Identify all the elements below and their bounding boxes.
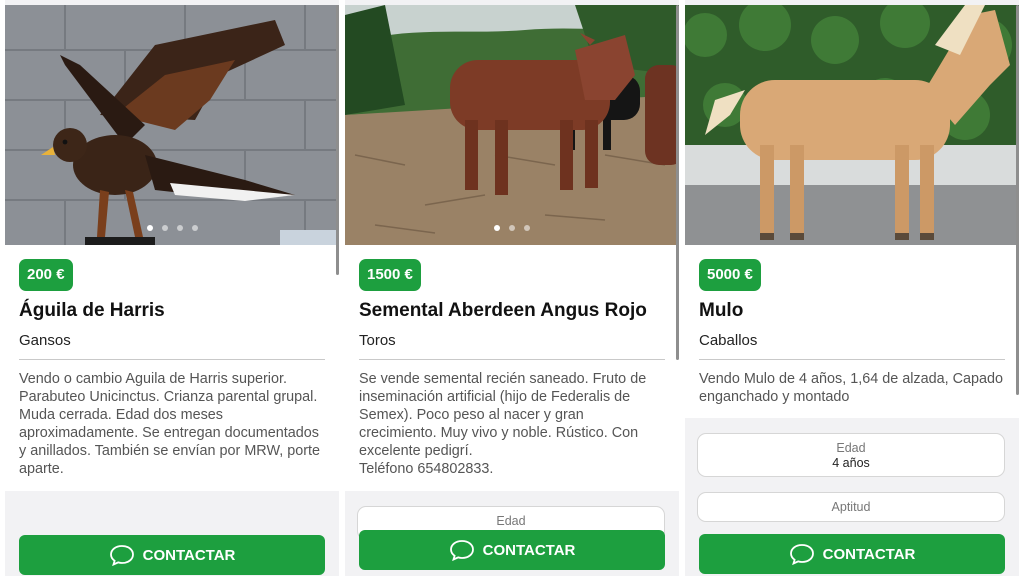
listing-category[interactable]: Caballos xyxy=(699,331,1005,360)
carousel-dot[interactable] xyxy=(509,225,515,231)
bull-photo-illustration xyxy=(345,5,679,245)
attribute-field-aptitud[interactable]: Aptitud xyxy=(697,492,1005,522)
hawk-photo-illustration xyxy=(5,5,339,245)
listing-category[interactable]: Toros xyxy=(359,331,665,360)
contact-button-label: CONTACTAR xyxy=(822,545,916,563)
contact-button[interactable]: CONTACTAR xyxy=(699,534,1005,574)
listing-panel-mulo: 5000 € Mulo Caballos Vendo Mulo de 4 año… xyxy=(685,0,1019,576)
listing-panel-semental: 1500 € Semental Aberdeen Angus Rojo Toro… xyxy=(345,0,679,576)
field-label: Aptitud xyxy=(831,500,871,514)
listing-card: 5000 € Mulo Caballos Vendo Mulo de 4 año… xyxy=(685,245,1019,418)
price-badge: 200 € xyxy=(19,259,73,291)
listing-card: 1500 € Semental Aberdeen Angus Rojo Toro… xyxy=(345,245,679,491)
carousel-dot[interactable] xyxy=(161,225,168,231)
price-badge: 1500 € xyxy=(359,259,421,291)
chat-bubble-icon xyxy=(449,540,474,561)
field-label: Edad xyxy=(836,441,866,455)
contact-button[interactable]: CONTACTAR xyxy=(359,530,665,570)
chat-bubble-icon xyxy=(789,544,814,565)
contact-button[interactable]: CONTACTAR xyxy=(19,535,325,575)
chat-bubble-icon xyxy=(109,545,134,566)
contact-button-label: CONTACTAR xyxy=(142,546,236,564)
listing-photo-mule[interactable] xyxy=(685,5,1019,245)
listing-title: Semental Aberdeen Angus Rojo xyxy=(359,300,647,321)
carousel-dots[interactable] xyxy=(5,225,339,231)
attribute-field-edad[interactable]: Edad 4 años xyxy=(697,433,1005,477)
listing-card: 200 € Águila de Harris Gansos Vendo o ca… xyxy=(5,245,339,491)
listing-category[interactable]: Gansos xyxy=(19,331,325,360)
field-value: 4 años xyxy=(832,456,870,470)
listing-title: Mulo xyxy=(699,300,744,321)
carousel-dot[interactable] xyxy=(494,225,500,231)
listing-description: Vendo Mulo de 4 años, 1,64 de alzada, Ca… xyxy=(699,371,1004,405)
carousel-dots[interactable] xyxy=(345,225,679,231)
listing-panel-aguila: 200 € Águila de Harris Gansos Vendo o ca… xyxy=(5,0,339,576)
listing-description: Vendo o cambio Aguila de Harris superior… xyxy=(19,371,321,477)
field-label: Edad xyxy=(496,514,526,528)
carousel-dot[interactable] xyxy=(524,225,530,231)
scrollbar[interactable] xyxy=(1016,5,1019,395)
listing-photo-bull[interactable] xyxy=(345,5,679,245)
price-badge: 5000 € xyxy=(699,259,761,291)
carousel-dot[interactable] xyxy=(176,225,183,231)
carousel-dot[interactable] xyxy=(146,225,153,231)
panel-divider xyxy=(679,0,685,576)
mule-photo-illustration xyxy=(685,5,1019,245)
carousel-dot[interactable] xyxy=(191,225,198,231)
listing-title: Águila de Harris xyxy=(19,300,165,321)
listing-description: Se vende semental recién saneado. Fruto … xyxy=(359,371,647,477)
listing-photo-hawk[interactable] xyxy=(5,5,339,245)
contact-button-label: CONTACTAR xyxy=(482,541,576,559)
panel-divider xyxy=(339,0,345,576)
